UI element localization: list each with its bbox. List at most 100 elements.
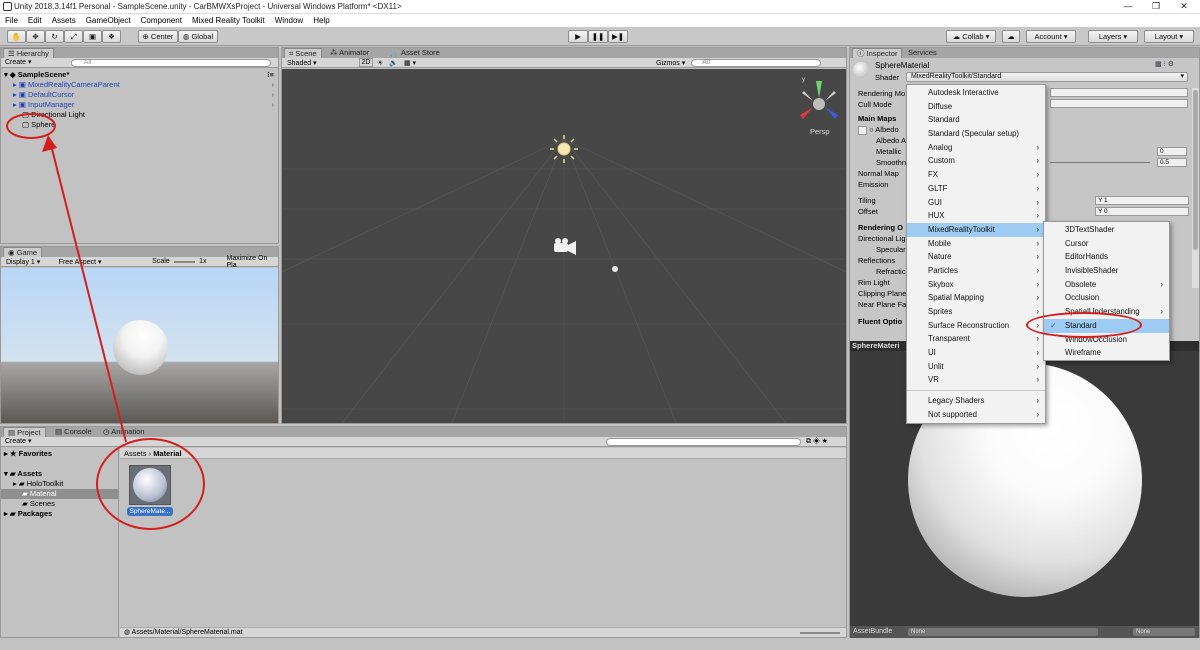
tab-animation[interactable]: ◷ Animation bbox=[99, 427, 149, 437]
scene-viewport[interactable]: y Persp bbox=[282, 69, 846, 423]
shader-menu-item[interactable]: Particles › bbox=[907, 264, 1045, 278]
submenu-item[interactable]: EditorHands bbox=[1044, 250, 1169, 264]
smoothness-slider[interactable] bbox=[1050, 162, 1150, 163]
pivot-center-button[interactable]: ⊕ Center bbox=[138, 30, 178, 43]
submenu-item[interactable]: 3DTextShader bbox=[1044, 223, 1169, 237]
audio-icon[interactable]: 🔈 bbox=[389, 59, 398, 67]
shader-menu-item[interactable]: Sprites › bbox=[907, 305, 1045, 319]
move-tool-icon[interactable]: ✥ bbox=[26, 30, 45, 43]
rotate-tool-icon[interactable]: ↻ bbox=[45, 30, 64, 43]
menu-help[interactable]: Help bbox=[313, 14, 329, 27]
submenu-item[interactable]: Cursor bbox=[1044, 237, 1169, 251]
menu-mixed-reality-toolkit[interactable]: Mixed Reality Toolkit bbox=[192, 14, 265, 27]
shader-dropdown[interactable]: MixedRealityToolkit/Standard ▾ bbox=[906, 72, 1188, 82]
menu-component[interactable]: Component bbox=[141, 14, 182, 27]
shader-menu-item[interactable]: Transparent › bbox=[907, 332, 1045, 346]
tab-game[interactable]: ◉ Game bbox=[3, 247, 43, 257]
shader-menu-item[interactable]: Unlit › bbox=[907, 360, 1045, 374]
scene-search-input[interactable]: All bbox=[691, 58, 822, 67]
tab-project[interactable]: ▤ Project bbox=[3, 427, 46, 437]
shader-menu-item[interactable]: Nature › bbox=[907, 250, 1045, 264]
layout-button[interactable]: Layout ▾ bbox=[1144, 30, 1194, 43]
tab-animator[interactable]: ⁂ Animator bbox=[326, 48, 373, 58]
inspector-header-icons[interactable]: ▩ ⁝ ⚙ bbox=[1155, 60, 1174, 68]
shader-menu-item[interactable]: Standard bbox=[907, 113, 1045, 127]
effects-icon[interactable]: ▦ ▾ bbox=[404, 59, 416, 67]
shader-menu-item[interactable]: FX › bbox=[907, 168, 1045, 182]
offset-y-field[interactable]: Y 0 bbox=[1095, 207, 1189, 216]
hierarchy-create-button[interactable]: Create ▾ bbox=[5, 58, 31, 68]
display-dropdown[interactable]: Display 1 ▾ bbox=[6, 258, 55, 266]
scene-menu-icon[interactable]: ⁝≡ bbox=[267, 70, 274, 80]
scrollbar-thumb[interactable] bbox=[1193, 90, 1198, 250]
smoothness-field[interactable]: 0.5 bbox=[1157, 158, 1187, 167]
submenu-item[interactable]: Wireframe bbox=[1044, 346, 1169, 360]
menu-assets[interactable]: Assets bbox=[52, 14, 76, 27]
aspect-dropdown[interactable]: Free Aspect ▾ bbox=[59, 258, 152, 266]
close-button[interactable]: ✕ bbox=[1170, 0, 1198, 14]
tree-favorites[interactable]: ▸ ★ Favorites bbox=[1, 449, 118, 459]
layers-button[interactable]: Layers ▾ bbox=[1088, 30, 1138, 43]
collab-button[interactable]: ☁ Collab ▾ bbox=[946, 30, 996, 43]
metallic-field[interactable]: 0 bbox=[1157, 147, 1187, 156]
tab-scene[interactable]: ⌗ Scene bbox=[284, 48, 322, 58]
hierarchy-item[interactable]: ▸ ▣ InputManager › bbox=[1, 100, 278, 110]
tree-packages[interactable]: ▸ ▰ Packages bbox=[1, 509, 118, 519]
project-create-button[interactable]: Create ▾ bbox=[5, 437, 31, 447]
shader-menu-item[interactable]: VR › bbox=[907, 373, 1045, 387]
submenu-item[interactable]: Occlusion bbox=[1044, 291, 1169, 305]
lighting-icon[interactable]: ☀ bbox=[377, 59, 383, 67]
shader-menu-item[interactable]: Skybox › bbox=[907, 278, 1045, 292]
tab-asset-store[interactable]: 🛒 Asset Store bbox=[386, 48, 444, 58]
sphere-object[interactable] bbox=[612, 266, 618, 272]
tab-console[interactable]: ▤ Console bbox=[51, 427, 96, 437]
hand-tool-icon[interactable]: ✋ bbox=[7, 30, 26, 43]
assetbundle-variant-dropdown[interactable]: None bbox=[1133, 628, 1195, 636]
menu-gameobject[interactable]: GameObject bbox=[86, 14, 131, 27]
account-button[interactable]: Account ▾ bbox=[1026, 30, 1076, 43]
cull-mode-dropdown[interactable] bbox=[1050, 99, 1188, 108]
submenu-item[interactable]: InvisibleShader bbox=[1044, 264, 1169, 278]
shader-menu-item[interactable]: Autodesk Interactive bbox=[907, 86, 1045, 100]
project-filter-icons[interactable]: ⧉ ◈ ★ bbox=[806, 437, 828, 447]
inspector-scrollbar[interactable] bbox=[1192, 88, 1199, 288]
scale-slider[interactable] bbox=[173, 260, 196, 263]
shader-menu-item[interactable]: GUI › bbox=[907, 196, 1045, 210]
rect-tool-icon[interactable]: ▣ bbox=[83, 30, 102, 43]
assetbundle-name-dropdown[interactable]: None bbox=[908, 628, 1098, 636]
maximize-on-play-toggle[interactable]: Maximize On Pla bbox=[227, 255, 279, 269]
cloud-icon[interactable]: ☁ bbox=[1002, 30, 1020, 43]
shader-menu-item[interactable]: Mobile › bbox=[907, 237, 1045, 251]
tiling-y-field[interactable]: Y 1 bbox=[1095, 196, 1189, 205]
minimize-button[interactable]: — bbox=[1114, 0, 1142, 14]
game-viewport[interactable] bbox=[1, 268, 278, 423]
shader-menu-item[interactable]: GLTF › bbox=[907, 182, 1045, 196]
transform-tool-icon[interactable]: ❖ bbox=[102, 30, 121, 43]
hierarchy-item[interactable]: ▸ ▣ DefaultCursor › bbox=[1, 90, 278, 100]
shader-menu-item[interactable]: Spatial Mapping › bbox=[907, 291, 1045, 305]
submenu-item[interactable]: Obsolete › bbox=[1044, 278, 1169, 292]
maximize-button[interactable]: ❐ bbox=[1142, 0, 1170, 14]
gizmos-dropdown[interactable]: Gizmos ▾ bbox=[656, 59, 685, 67]
shader-menu-item[interactable]: Analog › bbox=[907, 141, 1045, 155]
project-search-input[interactable] bbox=[606, 438, 801, 446]
scene-root[interactable]: ▾ ◆ SampleScene* ⁝≡ bbox=[1, 70, 278, 80]
tab-hierarchy[interactable]: ☰ Hierarchy bbox=[3, 48, 54, 58]
shader-menu-item[interactable]: UI › bbox=[907, 346, 1045, 360]
tab-services[interactable]: Services bbox=[904, 48, 941, 58]
pivot-global-button[interactable]: ◍ Global bbox=[178, 30, 218, 43]
persp-label[interactable]: Persp bbox=[810, 127, 830, 136]
shader-menu-item[interactable]: Custom › bbox=[907, 154, 1045, 168]
hierarchy-item[interactable]: ▸ ▣ MixedRealityCameraParent › bbox=[1, 80, 278, 90]
shader-menu-item[interactable]: Not supported › bbox=[907, 408, 1045, 422]
menu-file[interactable]: File bbox=[5, 14, 18, 27]
albedo-texture-slot[interactable] bbox=[858, 125, 867, 135]
shader-menu-item[interactable]: Surface Reconstruction › bbox=[907, 319, 1045, 333]
shader-menu-item[interactable]: Standard (Specular setup) bbox=[907, 127, 1045, 141]
shader-menu-item[interactable]: Diffuse bbox=[907, 100, 1045, 114]
pause-button[interactable]: ❚❚ bbox=[588, 30, 608, 43]
shading-dropdown[interactable]: Shaded ▾ bbox=[287, 59, 359, 67]
play-button[interactable]: ▶ bbox=[568, 30, 588, 43]
shader-menu-item[interactable]: HUX › bbox=[907, 209, 1045, 223]
hierarchy-search-input[interactable]: All bbox=[71, 59, 271, 67]
